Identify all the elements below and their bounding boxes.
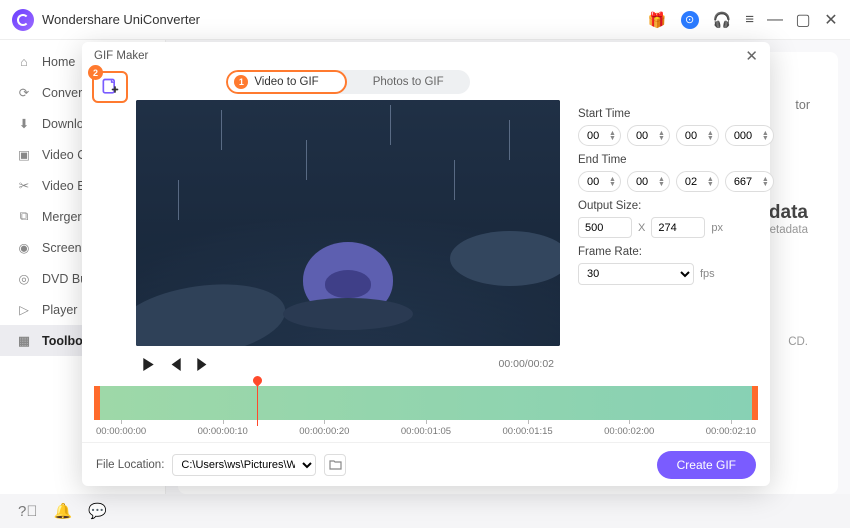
end-sec-input[interactable]: ▲▼	[676, 171, 719, 192]
converter-icon: ⟳	[16, 85, 32, 100]
bell-icon[interactable]: 🔔	[54, 502, 73, 520]
feedback-icon[interactable]: 💬	[88, 502, 107, 520]
tick-label: 00:00:00:20	[299, 426, 349, 437]
merge-icon: ⧉	[16, 209, 32, 224]
start-ms-input[interactable]: ▲▼	[725, 125, 774, 146]
frame-rate-select[interactable]: 30	[578, 263, 694, 285]
app-footer: ?⃝ 🔔 💬	[0, 494, 125, 528]
add-file-button[interactable]: 2	[92, 71, 128, 103]
home-icon: ⌂	[16, 55, 32, 69]
stepper-arrows-icon[interactable]: ▲▼	[658, 177, 665, 187]
titlebar: Wondershare UniConverter 🎁 ⊙ 🎧 ≡ — ▢ ✕	[0, 0, 850, 40]
tab-video-to-gif[interactable]: 1 Video to GIF	[226, 70, 346, 94]
stepper-arrows-icon[interactable]: ▲▼	[707, 177, 714, 187]
settings-panel: Start Time ▲▼ ▲▼ ▲▼ ▲▼ End Time ▲▼ ▲▼ ▲▼…	[568, 70, 780, 378]
tab-label: Video to GIF	[254, 76, 318, 88]
play-icon: ▷	[16, 302, 32, 317]
timeline-track[interactable]	[94, 386, 758, 420]
start-time-label: Start Time	[578, 108, 774, 120]
modal-close-button[interactable]: ✕	[745, 47, 758, 65]
file-location-label: File Location:	[96, 459, 164, 471]
compress-icon: ▣	[16, 147, 32, 162]
end-time-label: End Time	[578, 154, 774, 166]
frame-rate-label: Frame Rate:	[578, 246, 774, 258]
trim-handle-right[interactable]	[752, 386, 758, 420]
trim-handle-left[interactable]	[94, 386, 100, 420]
output-width-input[interactable]	[578, 217, 632, 238]
tick-label: 00:00:00:10	[198, 426, 248, 437]
stepper-arrows-icon[interactable]: ▲▼	[762, 131, 769, 141]
start-hour-input[interactable]: ▲▼	[578, 125, 621, 146]
record-icon: ◉	[16, 240, 32, 255]
sidebar-item-label: Player	[42, 303, 77, 317]
size-unit-label: px	[711, 222, 723, 234]
tick-label: 00:00:00:00	[96, 426, 146, 437]
tab-photos-to-gif[interactable]: Photos to GIF	[347, 70, 470, 94]
gift-icon[interactable]: 🎁	[648, 11, 667, 29]
modal-header: GIF Maker ✕	[82, 42, 770, 70]
stepper-arrows-icon[interactable]: ▲▼	[707, 131, 714, 141]
stepper-arrows-icon[interactable]: ▲▼	[609, 177, 616, 187]
end-min-input[interactable]: ▲▼	[627, 171, 670, 192]
start-sec-input[interactable]: ▲▼	[676, 125, 719, 146]
dvd-icon: ◎	[16, 271, 32, 286]
grid-icon: ▦	[16, 333, 32, 348]
app-logo-icon	[12, 9, 34, 31]
prev-frame-button[interactable]	[169, 358, 182, 371]
sidebar-item-label: Home	[42, 55, 75, 69]
minimize-button[interactable]: —	[768, 13, 782, 27]
bg-text-fragment: tor	[795, 98, 810, 112]
timeline: 00:00:00:00 00:00:00:10 00:00:00:20 00:0…	[94, 386, 758, 437]
modal-footer: File Location: C:\Users\ws\Pictures\Wond…	[82, 442, 770, 486]
step-badge: 2	[88, 65, 103, 80]
timeline-ticks: 00:00:00:00 00:00:00:10 00:00:00:20 00:0…	[94, 426, 758, 437]
next-frame-button[interactable]	[196, 358, 209, 371]
play-button[interactable]	[142, 358, 155, 371]
tick-label: 00:00:02:00	[604, 426, 654, 437]
stepper-arrows-icon[interactable]: ▲▼	[762, 177, 769, 187]
output-size-label: Output Size:	[578, 200, 774, 212]
maximize-button[interactable]: ▢	[796, 13, 810, 27]
step-badge: 1	[234, 75, 248, 89]
hamburger-icon[interactable]: ≡	[745, 11, 754, 28]
tab-bar: 1 Video to GIF Photos to GIF	[136, 70, 560, 94]
create-gif-button[interactable]: Create GIF	[657, 451, 756, 479]
size-x-label: X	[638, 222, 645, 234]
stepper-arrows-icon[interactable]: ▲▼	[658, 131, 665, 141]
modal-title: GIF Maker	[94, 50, 148, 62]
end-ms-input[interactable]: ▲▼	[725, 171, 774, 192]
bg-text-fragment: CD.	[788, 336, 808, 348]
tick-label: 00:00:01:05	[401, 426, 451, 437]
tab-label: Photos to GIF	[373, 76, 444, 88]
stepper-arrows-icon[interactable]: ▲▼	[609, 131, 616, 141]
avatar-icon[interactable]: ⊙	[681, 11, 699, 29]
open-folder-button[interactable]	[324, 454, 346, 476]
gif-maker-modal: GIF Maker ✕ 2 1 Video to GIF	[82, 42, 770, 486]
headset-icon[interactable]: 🎧	[713, 11, 732, 29]
tick-label: 00:00:02:10	[706, 426, 756, 437]
output-height-input[interactable]	[651, 217, 705, 238]
sidebar-item-label: Merger	[42, 210, 82, 224]
rate-unit-label: fps	[700, 268, 715, 280]
end-hour-input[interactable]: ▲▼	[578, 171, 621, 192]
tick-label: 00:00:01:15	[503, 426, 553, 437]
playhead-line	[257, 378, 258, 426]
scissors-icon: ✂	[16, 178, 32, 193]
folder-icon	[329, 459, 342, 470]
download-icon: ⬇	[16, 116, 32, 131]
file-location-select[interactable]: C:\Users\ws\Pictures\Wondershare	[172, 454, 316, 476]
help-icon[interactable]: ?⃝	[18, 503, 38, 520]
video-preview[interactable]	[136, 100, 560, 346]
playback-controls: 00:00/00:02	[136, 350, 560, 378]
time-display: 00:00/00:02	[499, 358, 554, 370]
app-title: Wondershare UniConverter	[42, 12, 200, 27]
start-min-input[interactable]: ▲▼	[627, 125, 670, 146]
add-file-icon	[100, 77, 120, 97]
close-button[interactable]: ✕	[824, 13, 838, 27]
